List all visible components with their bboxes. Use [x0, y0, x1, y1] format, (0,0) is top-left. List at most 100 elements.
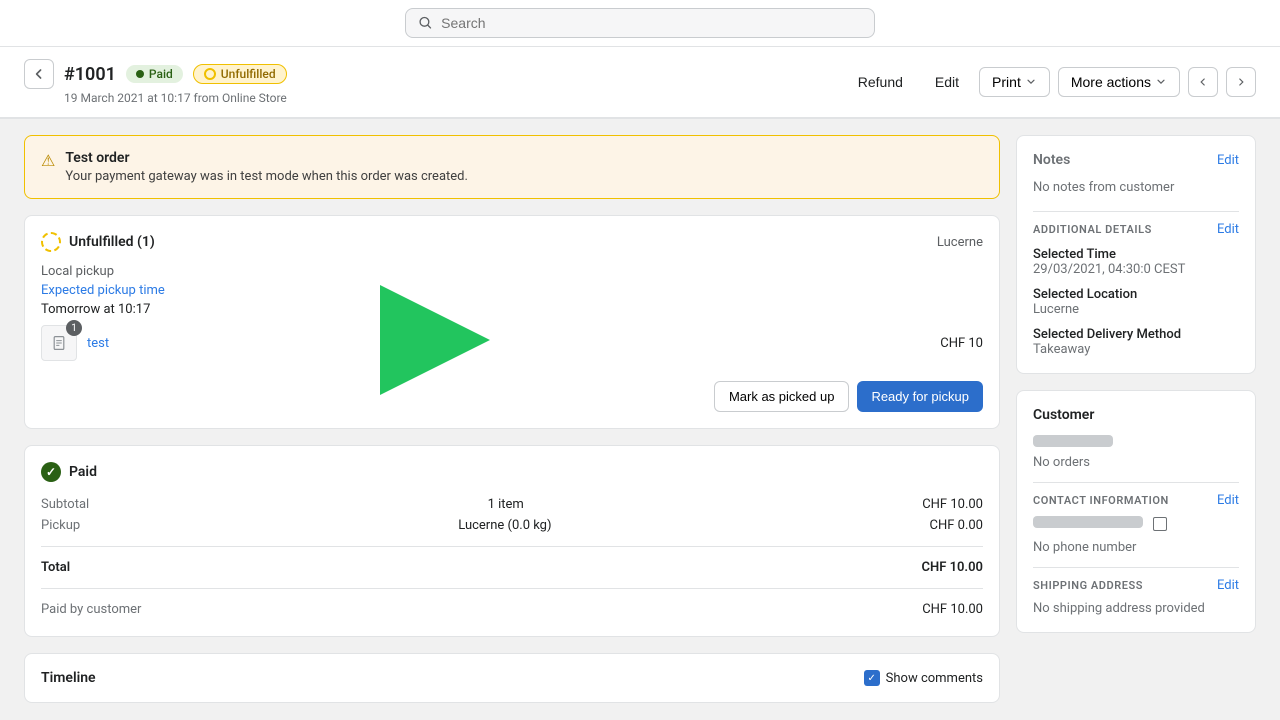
contact-edit[interactable]: Edit [1217, 493, 1239, 508]
paid-label: Paid [149, 67, 173, 81]
timeline-title: Timeline [41, 670, 96, 686]
notes-empty-text: No notes from customer [1033, 180, 1239, 195]
unfulfilled-circle [204, 68, 216, 80]
refund-button[interactable]: Refund [846, 68, 915, 96]
notes-card-header: Notes Edit [1033, 152, 1239, 168]
additional-details-edit[interactable]: Edit [1217, 222, 1239, 237]
paid-by-amount: CHF 10.00 [922, 602, 983, 617]
unfulfilled-card-actions: Mark as picked up Ready for pickup [41, 381, 983, 412]
payment-divider-2 [41, 588, 983, 589]
item-link[interactable]: test [87, 336, 109, 351]
selected-time-label: Selected Time [1033, 247, 1239, 262]
ready-for-pickup-button[interactable]: Ready for pickup [857, 381, 983, 412]
subtotal-qty: 1 item [488, 497, 524, 512]
shipping-title: SHIPPING ADDRESS [1033, 579, 1143, 592]
payment-divider [41, 546, 983, 547]
item-name: test [87, 335, 930, 351]
back-button[interactable] [24, 59, 54, 89]
order-header: #1001 Paid Unfulfilled 19 March 2021 at … [0, 47, 1280, 119]
unfulfilled-card: Unfulfilled (1) Lucerne Local pickup Exp… [24, 215, 1000, 429]
paid-by-row: Paid by customer CHF 10.00 [41, 599, 983, 620]
item-thumbnail: 1 [41, 325, 77, 361]
chevron-right-icon [1235, 76, 1247, 88]
unfulfilled-card-title: Unfulfilled (1) [41, 232, 155, 252]
contact-email-row [1033, 516, 1239, 532]
selected-location-value: Lucerne [1033, 302, 1239, 317]
order-number: #1001 [64, 64, 116, 85]
unfulfilled-label: Unfulfilled [221, 67, 276, 81]
customer-title: Customer [1033, 407, 1094, 423]
timeline-card: Timeline ✓ Show comments [24, 653, 1000, 703]
warning-banner: ⚠ Test order Your payment gateway was in… [24, 135, 1000, 199]
more-actions-label: More actions [1071, 74, 1151, 90]
right-column: Notes Edit No notes from customer ADDITI… [1016, 135, 1256, 703]
chevron-left-icon [1197, 76, 1209, 88]
warning-icon: ⚠ [41, 151, 55, 184]
pickup-time: Tomorrow at 10:17 [41, 302, 983, 317]
order-date: 19 March 2021 at 10:17 from Online Store [24, 89, 287, 105]
warning-text: Your payment gateway was in test mode wh… [65, 169, 468, 184]
customer-card: Customer No orders CONTACT INFORMATION E… [1016, 390, 1256, 633]
contact-header: CONTACT INFORMATION Edit [1033, 493, 1239, 508]
total-label: Total [41, 560, 70, 575]
pickup-row: Pickup Lucerne (0.0 kg) CHF 0.00 [41, 515, 983, 536]
next-order-button[interactable] [1226, 67, 1256, 97]
selected-delivery-value: Takeaway [1033, 342, 1239, 357]
expected-pickup-label: Expected pickup time [41, 283, 983, 298]
show-comments-checkbox[interactable]: ✓ [864, 670, 880, 686]
no-address-text: No shipping address provided [1033, 601, 1239, 616]
edit-button[interactable]: Edit [923, 68, 971, 96]
chevron-down-icon [1025, 76, 1037, 88]
copy-icon[interactable] [1153, 517, 1167, 531]
unfulfilled-icon [41, 232, 61, 252]
header-actions: Refund Edit Print More actions [846, 67, 1256, 97]
notes-edit-button[interactable]: Edit [1217, 153, 1239, 168]
shipping-edit[interactable]: Edit [1217, 578, 1239, 593]
total-row: Total CHF 10.00 [41, 557, 983, 578]
notes-title: Notes [1033, 152, 1070, 168]
order-item-row: 1 test CHF 10 [41, 317, 983, 369]
additional-details-header: ADDITIONAL DETAILS Edit [1033, 222, 1239, 237]
pickup-info: Local pickup [41, 264, 983, 279]
warning-title: Test order [65, 150, 468, 166]
search-input[interactable] [441, 15, 862, 31]
payment-title-text: Paid [69, 464, 97, 480]
show-comments-toggle[interactable]: ✓ Show comments [864, 670, 983, 686]
print-button[interactable]: Print [979, 67, 1050, 97]
payment-card-header: ✓ Paid [41, 462, 983, 482]
back-icon [31, 66, 47, 82]
selected-delivery-label: Selected Delivery Method [1033, 327, 1239, 342]
print-label: Print [992, 74, 1021, 90]
prev-order-button[interactable] [1188, 67, 1218, 97]
pickup-detail: Lucerne (0.0 kg) [458, 518, 551, 533]
selected-location-label: Selected Location [1033, 287, 1239, 302]
notes-divider [1033, 211, 1239, 212]
no-phone-text: No phone number [1033, 540, 1239, 555]
item-quantity-badge: 1 [66, 320, 82, 336]
subtotal-label: Subtotal [41, 497, 89, 512]
top-bar [0, 0, 1280, 47]
unfulfilled-title-text: Unfulfilled (1) [69, 234, 155, 250]
more-actions-button[interactable]: More actions [1058, 67, 1180, 97]
pickup-payment-label: Pickup [41, 518, 80, 533]
total-amount: CHF 10.00 [922, 560, 983, 575]
customer-email-blurred [1033, 516, 1143, 528]
unfulfilled-badge: Unfulfilled [193, 64, 287, 84]
warning-content: Test order Your payment gateway was in t… [65, 150, 468, 184]
payment-card: ✓ Paid Subtotal 1 item CHF 10.00 Pickup … [24, 445, 1000, 637]
location-text: Lucerne [937, 235, 983, 250]
payment-card-title: ✓ Paid [41, 462, 97, 482]
search-box[interactable] [405, 8, 875, 38]
customer-orders: No orders [1033, 455, 1239, 470]
shipping-header: SHIPPING ADDRESS Edit [1033, 578, 1239, 593]
mark-picked-up-button[interactable]: Mark as picked up [714, 381, 850, 412]
show-comments-label: Show comments [886, 671, 983, 686]
paid-badge: Paid [126, 65, 183, 83]
paid-check-icon: ✓ [41, 462, 61, 482]
main-layout: ⚠ Test order Your payment gateway was in… [0, 119, 1280, 719]
additional-details-title: ADDITIONAL DETAILS [1033, 223, 1152, 236]
item-price: CHF 10 [940, 336, 983, 351]
paid-dot [136, 70, 144, 78]
selected-time-value: 29/03/2021, 04:30:0 CEST [1033, 262, 1239, 277]
left-column: ⚠ Test order Your payment gateway was in… [24, 135, 1000, 703]
